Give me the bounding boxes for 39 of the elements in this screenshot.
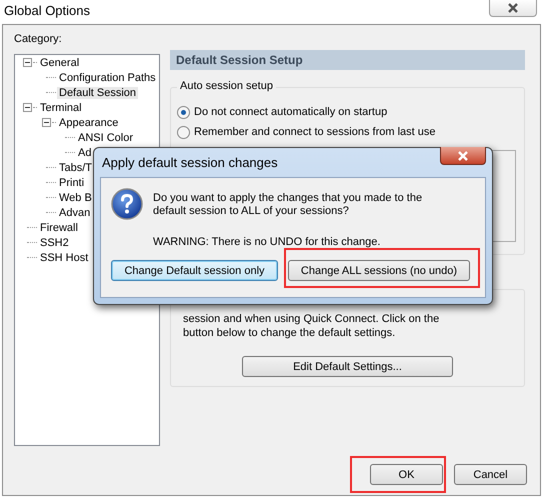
window-title: Global Options	[4, 2, 90, 18]
cancel-button[interactable]: Cancel	[454, 464, 527, 485]
close-button[interactable]	[489, 0, 537, 17]
section-header: Default Session Setup	[170, 50, 525, 70]
tree-item[interactable]: Appearance	[57, 116, 120, 128]
tree-item[interactable]: SSH Host	[38, 252, 90, 264]
radio-button[interactable]	[177, 106, 190, 118]
tree-item[interactable]: Terminal	[38, 102, 84, 114]
tree-item[interactable]: ANSI Color	[76, 132, 136, 144]
tree-item[interactable]: Printi	[57, 176, 86, 188]
change-all-button[interactable]: Change ALL sessions (no undo)	[288, 260, 470, 281]
close-icon	[507, 2, 519, 12]
collapse-icon[interactable]	[42, 118, 51, 127]
change-default-button[interactable]: Change Default session only	[111, 260, 278, 281]
close-button[interactable]	[440, 147, 486, 165]
tree-item[interactable]: SSH2	[38, 236, 71, 248]
ok-button[interactable]: OK	[370, 464, 443, 485]
collapse-icon[interactable]	[23, 58, 32, 67]
warning-text: WARNING: There is no UNDO for this change.	[153, 236, 382, 248]
tree-item[interactable]: Web B	[57, 192, 94, 204]
dialog-message: Do you want to apply the changes that you made to the default session to ALL of your sessions?	[153, 192, 424, 219]
radio-label: Do not connect automatically on startup	[194, 106, 388, 118]
tree-item[interactable]: Configuration Paths	[57, 72, 158, 84]
tree-item[interactable]: Default Session	[57, 86, 138, 98]
tree-item[interactable]: General	[38, 56, 82, 68]
tree-item[interactable]: Advan	[57, 206, 92, 218]
tree-item[interactable]: Firewall	[38, 222, 80, 234]
collapse-icon[interactable]	[23, 103, 32, 112]
dialog-title: Apply default session changes	[101, 155, 278, 170]
close-icon	[457, 150, 469, 160]
question-icon	[111, 188, 143, 220]
radio-button[interactable]	[177, 126, 190, 138]
category-label: Category:	[14, 33, 63, 47]
tree-item[interactable]: Tabs/T	[57, 162, 94, 174]
edit-settings-button[interactable]: Edit Default Settings...	[242, 356, 453, 377]
group-title: Auto session setup	[177, 80, 276, 92]
description-text: session and when using Quick Connect. Click on the button below to change the default settings.	[183, 312, 440, 340]
radio-label: Remember and connect to sessions from last use	[194, 126, 436, 138]
tree-item[interactable]: Ad	[76, 146, 94, 158]
